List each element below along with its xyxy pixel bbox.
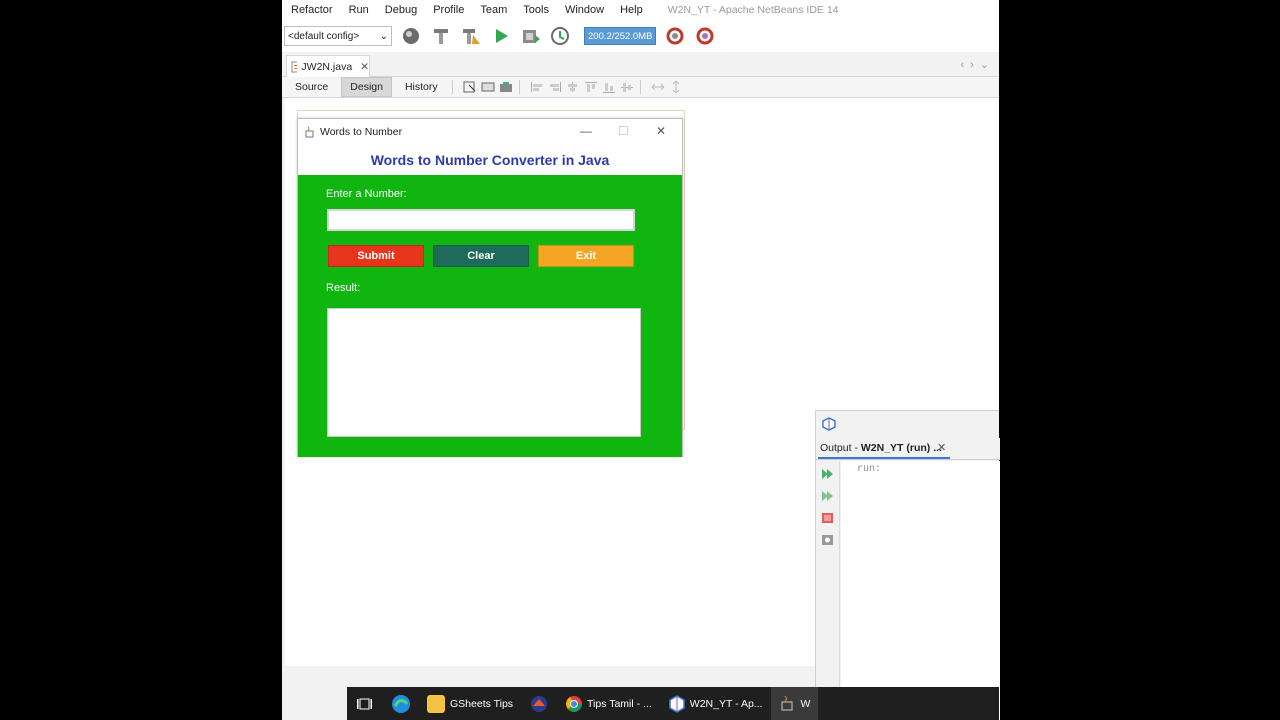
app-header: Words to Number Converter in Java <box>298 145 682 175</box>
close-icon[interactable]: ✕ <box>360 61 369 73</box>
output-window: Output - W2N_YT (run) ... ✕ run: <box>815 410 1000 720</box>
profile-icon[interactable] <box>550 25 572 47</box>
menu-run[interactable]: Run <box>340 4 376 16</box>
align-bottom-icon[interactable] <box>602 81 616 93</box>
align-right-icon[interactable] <box>548 81 562 93</box>
green-panel: Enter a Number: Submit Clear Exit Result… <box>298 175 682 457</box>
exit-button[interactable]: Exit <box>538 245 634 267</box>
number-input[interactable] <box>327 209 635 231</box>
output-console[interactable]: run: <box>841 461 1000 720</box>
folder-icon <box>427 694 445 713</box>
close-icon[interactable]: ✕ <box>656 124 666 138</box>
center-vertical-icon[interactable] <box>620 81 634 93</box>
config-select[interactable]: <default config> ⌄ <box>284 26 392 46</box>
align-top-icon[interactable] <box>584 81 598 93</box>
run-icon[interactable] <box>490 25 512 47</box>
menu-bar: Refactor Run Debug Profile Team Tools Wi… <box>282 0 999 20</box>
tab-history[interactable]: History <box>397 78 446 96</box>
file-tab-label: JW2N.java <box>301 60 353 73</box>
selection-mode-icon[interactable] <box>463 81 477 93</box>
divider <box>518 80 520 94</box>
connection-mode-icon[interactable] <box>481 81 495 93</box>
output-tab-label: Output - W2N_YT (run) ... <box>818 442 950 459</box>
tab-source[interactable]: Source <box>287 78 336 96</box>
netbeans-cube-icon <box>822 417 836 431</box>
divider <box>639 80 641 94</box>
taskbar-app-label: GSheets Tips <box>450 697 514 710</box>
gc-icon-2[interactable] <box>694 25 716 47</box>
config-value: <default config> <box>288 30 360 42</box>
java-cup-icon <box>781 695 793 710</box>
close-icon[interactable]: ✕ <box>937 441 946 454</box>
debug-icon[interactable] <box>520 25 542 47</box>
taskbar-app-label: Tips Tamil - ... <box>587 697 652 710</box>
chrome-icon <box>566 695 583 712</box>
app-window-title: Words to Number <box>320 126 403 138</box>
design-toolbar: Source Design History <box>282 77 999 98</box>
taskbar-app-chrome[interactable]: Tips Tamil - ... <box>557 687 660 720</box>
rerun-icon[interactable] <box>821 468 835 480</box>
taskbar-app-gsheets[interactable]: GSheets Tips <box>419 687 521 720</box>
preview-design-icon[interactable] <box>499 81 513 93</box>
java-file-icon <box>291 61 298 72</box>
resize-vertical-icon[interactable] <box>669 81 683 93</box>
edge-app[interactable] <box>383 687 419 720</box>
number-label: Enter a Number: <box>326 188 407 200</box>
menu-tools[interactable]: Tools <box>514 4 556 16</box>
java-cup-icon <box>305 126 314 138</box>
menu-team[interactable]: Team <box>471 4 514 16</box>
center-horizontal-icon[interactable] <box>566 81 580 93</box>
app-window: Words to Number — ☐ ✕ Words to Number Co… <box>297 118 683 457</box>
result-textarea[interactable] <box>327 308 641 437</box>
taskbar-app-colored[interactable] <box>521 687 557 720</box>
tab-design[interactable]: Design <box>341 77 392 97</box>
output-gutter <box>816 461 840 720</box>
rerun-with-params-icon[interactable] <box>821 490 835 502</box>
output-tab[interactable]: Output - W2N_YT (run) ... ✕ <box>816 438 1000 460</box>
submit-button[interactable]: Submit <box>328 245 424 267</box>
settings-icon[interactable] <box>821 534 835 546</box>
maximize-icon[interactable]: ☐ <box>618 124 629 138</box>
resize-horizontal-icon[interactable] <box>651 81 665 93</box>
netbeans-cube-icon <box>669 694 685 713</box>
menu-debug[interactable]: Debug <box>376 4 424 16</box>
globe-icon[interactable] <box>400 25 422 47</box>
task-view-icon <box>357 698 372 709</box>
stop-icon[interactable] <box>821 512 835 524</box>
minimize-icon[interactable]: — <box>580 124 592 138</box>
app-title-bar[interactable]: Words to Number — ☐ ✕ <box>298 119 682 145</box>
taskbar-app-label: W2N_YT - Ap... <box>689 697 763 710</box>
tab-nav-arrows[interactable]: ‹›⌄ <box>960 58 995 71</box>
main-toolbar: <default config> ⌄ 200.2/252.0MB <box>282 20 999 52</box>
taskbar-app-java[interactable]: W <box>770 687 819 720</box>
task-view-button[interactable] <box>347 687 383 720</box>
gc-icon[interactable] <box>664 25 686 47</box>
editor-tab-bar: JW2N.java ✕ ‹›⌄ <box>282 52 999 77</box>
menu-refactor[interactable]: Refactor <box>282 4 340 16</box>
output-header <box>816 411 999 437</box>
memory-indicator[interactable]: 200.2/252.0MB <box>584 27 657 45</box>
menu-help[interactable]: Help <box>611 4 650 16</box>
taskbar-app-netbeans[interactable]: W2N_YT - Ap... <box>660 687 771 720</box>
divider <box>451 80 453 94</box>
chevron-down-icon: ⌄ <box>379 30 388 42</box>
app-icon <box>531 695 548 712</box>
menu-window[interactable]: Window <box>556 4 611 16</box>
clean-build-icon[interactable] <box>460 25 482 47</box>
build-hammer-icon[interactable] <box>430 25 452 47</box>
taskbar: GSheets Tips Tips Tamil - ... W2N_YT - A… <box>347 687 999 720</box>
window-title: W2N_YT - Apache NetBeans IDE 14 <box>667 4 839 16</box>
tab-jw2n-java[interactable]: JW2N.java ✕ <box>286 55 370 77</box>
edge-icon <box>392 694 410 713</box>
clear-button[interactable]: Clear <box>433 245 529 267</box>
result-label: Result: <box>326 282 361 294</box>
menu-profile[interactable]: Profile <box>424 4 471 16</box>
align-left-icon[interactable] <box>530 81 544 93</box>
taskbar-app-label: W <box>800 697 811 710</box>
app-heading: Words to Number Converter in Java <box>370 152 610 168</box>
